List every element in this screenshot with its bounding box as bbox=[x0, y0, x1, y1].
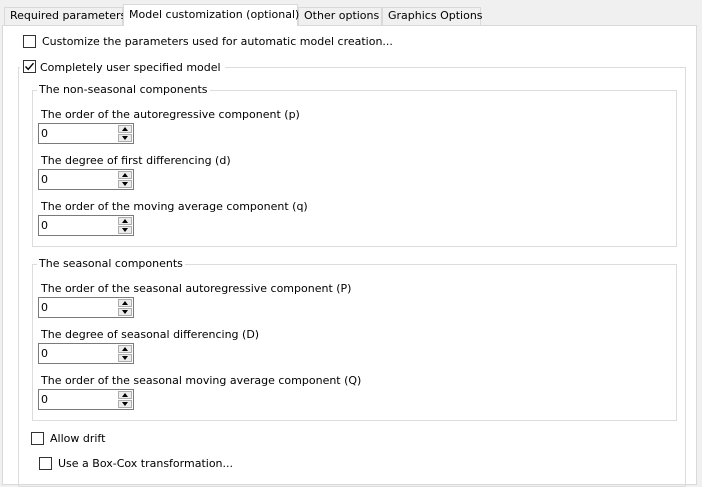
spinbox-q[interactable]: 0 bbox=[38, 215, 134, 236]
checkmark-icon bbox=[24, 62, 35, 71]
allow-drift-label[interactable]: Allow drift bbox=[50, 432, 105, 445]
spin-down-icon[interactable] bbox=[118, 354, 132, 362]
box-cox-checkbox[interactable] bbox=[39, 457, 52, 470]
tab-other-options[interactable]: Other options bbox=[298, 7, 382, 25]
tab-required-parameters[interactable]: Required parameters bbox=[4, 7, 126, 25]
field-label-seasonal-q: The order of the seasonal moving average… bbox=[41, 374, 362, 387]
spinbox-d[interactable]: 0 bbox=[38, 169, 134, 190]
spin-up-icon[interactable] bbox=[118, 345, 132, 353]
field-label-q: The order of the moving average componen… bbox=[41, 200, 308, 213]
spinbox-seasonal-p-value[interactable]: 0 bbox=[41, 301, 48, 314]
spinbox-seasonal-q[interactable]: 0 bbox=[38, 389, 134, 410]
spinbox-d-value[interactable]: 0 bbox=[41, 173, 48, 186]
spin-up-icon[interactable] bbox=[118, 171, 132, 179]
non-seasonal-title: The non-seasonal components bbox=[37, 83, 210, 97]
spinbox-seasonal-d-value[interactable]: 0 bbox=[41, 347, 48, 360]
spin-down-icon[interactable] bbox=[118, 226, 132, 234]
seasonal-title: The seasonal components bbox=[37, 257, 185, 271]
spin-down-icon[interactable] bbox=[118, 134, 132, 142]
user-specified-label[interactable]: Completely user specified model bbox=[40, 61, 221, 74]
spinbox-seasonal-q-value[interactable]: 0 bbox=[41, 393, 48, 406]
field-label-p: The order of the autoregressive componen… bbox=[41, 108, 300, 121]
spin-down-icon[interactable] bbox=[118, 308, 132, 316]
customize-auto-checkbox[interactable] bbox=[23, 35, 36, 48]
spinbox-q-value[interactable]: 0 bbox=[41, 219, 48, 232]
tab-graphics-options[interactable]: Graphics Options bbox=[382, 7, 483, 25]
user-specified-checkbox[interactable] bbox=[23, 60, 36, 73]
customize-auto-label[interactable]: Customize the parameters used for automa… bbox=[42, 35, 393, 48]
spin-up-icon[interactable] bbox=[118, 391, 132, 399]
spin-down-icon[interactable] bbox=[118, 180, 132, 188]
field-label-seasonal-d: The degree of seasonal differencing (D) bbox=[41, 328, 260, 341]
spin-up-icon[interactable] bbox=[118, 217, 132, 225]
spin-up-icon[interactable] bbox=[118, 125, 132, 133]
spin-down-icon[interactable] bbox=[118, 400, 132, 408]
spin-up-icon[interactable] bbox=[118, 299, 132, 307]
spinbox-seasonal-d[interactable]: 0 bbox=[38, 343, 134, 364]
allow-drift-checkbox[interactable] bbox=[31, 432, 44, 445]
box-cox-label[interactable]: Use a Box-Cox transformation... bbox=[58, 457, 233, 470]
tab-model-customization[interactable]: Model customization (optional) bbox=[123, 4, 299, 26]
spinbox-seasonal-p[interactable]: 0 bbox=[38, 297, 134, 318]
spinbox-p[interactable]: 0 bbox=[38, 123, 134, 144]
spinbox-p-value[interactable]: 0 bbox=[41, 127, 48, 140]
field-label-d: The degree of first differencing (d) bbox=[41, 154, 231, 167]
tab-bar: Required parameters Model customization … bbox=[0, 0, 702, 26]
field-label-seasonal-p: The order of the seasonal autoregressive… bbox=[41, 282, 352, 295]
